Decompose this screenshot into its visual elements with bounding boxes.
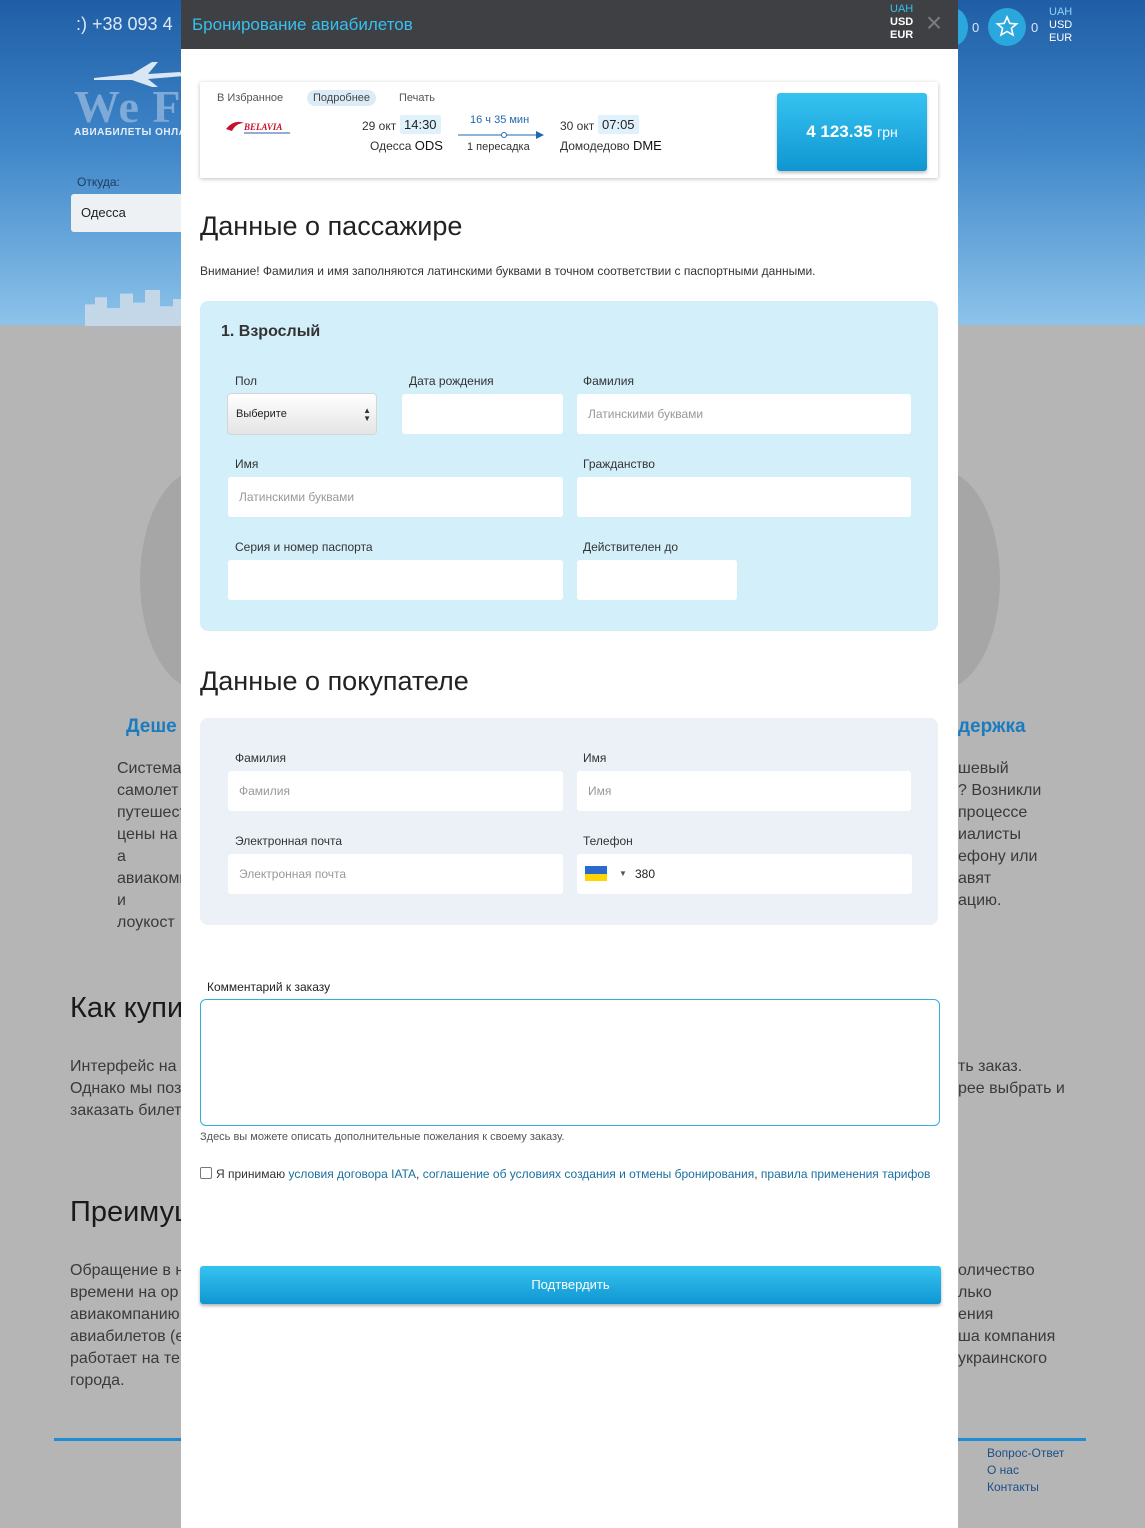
- citizenship-input[interactable]: [577, 477, 911, 517]
- comment-textarea[interactable]: [200, 999, 940, 1126]
- footer-link-faq[interactable]: Вопрос-Ответ: [987, 1445, 1064, 1462]
- passenger-panel: 1. Взрослый Пол Выберите ▲ ▼ Дата рождени…: [200, 301, 938, 631]
- bg-header-icons: 0 0 UAH USD EUR: [938, 6, 1145, 46]
- buyer-name-label: Имя: [583, 751, 607, 765]
- currency-uah[interactable]: UAH: [890, 3, 913, 16]
- booking-agreement-link[interactable]: соглашение об условиях создания и отмены…: [423, 1167, 755, 1181]
- bg-count-2: 0: [1031, 20, 1039, 35]
- buyer-section-title: Данные о покупателе: [200, 666, 469, 696]
- passport-valid-input[interactable]: [577, 560, 737, 600]
- currency-switch: UAH USD EUR: [890, 3, 913, 42]
- site-logo: We F: [74, 81, 182, 132]
- gender-select[interactable]: Выберите ▲ ▼: [228, 394, 376, 434]
- arrive-city: Домодедово DME: [560, 138, 662, 153]
- birth-date-label: Дата рождения: [409, 374, 494, 388]
- passport-input[interactable]: [228, 560, 563, 600]
- select-arrows-icon: ▲ ▼: [363, 406, 371, 423]
- flight-duration: 16 ч 35 мин: [470, 114, 530, 126]
- bg-from-label: Откуда:: [77, 175, 120, 189]
- phone-label: Телефон: [583, 834, 633, 848]
- footer-link-about[interactable]: О нас: [987, 1462, 1019, 1479]
- bg-feature-heading-right: держка: [958, 716, 1026, 737]
- close-icon[interactable]: ×: [923, 9, 945, 37]
- buyer-surname-label: Фамилия: [235, 751, 286, 765]
- footer-link-contacts[interactable]: Контакты: [987, 1479, 1039, 1496]
- bg-currency-switch: UAH USD EUR: [1049, 6, 1073, 44]
- arrive-date: 30 окт: [560, 119, 595, 133]
- passenger-section-title: Данные о пассажире: [200, 211, 463, 241]
- modal-header: Бронирование авиабилетов UAH USD EUR ×: [181, 0, 958, 49]
- price-amount: 4 123.35: [806, 122, 873, 141]
- flight-summary-card: В Избранное Подробнее Печать BELAVIA 29 …: [200, 82, 938, 178]
- depart-time: 14:30: [400, 115, 441, 134]
- phone-code: 380: [635, 867, 656, 881]
- depart-city: Одесса ODS: [370, 138, 443, 153]
- comment-hint: Здесь вы можете описать дополнительные п…: [200, 1131, 565, 1143]
- name-input[interactable]: Латинскими буквами: [228, 477, 563, 517]
- birth-date-input[interactable]: [402, 394, 563, 434]
- depart-date: 29 окт: [362, 119, 397, 133]
- bg-adv-text-right: оличество лько ения ша компания украинского: [958, 1262, 1056, 1367]
- terms-checkbox[interactable]: [200, 1167, 212, 1179]
- bg-adv-text-left: Обращение в н времени на ор авиакомпанию ав…: [70, 1262, 185, 1389]
- bg-from-input: Одесса: [71, 194, 191, 232]
- booking-modal: Бронирование авиабилетов UAH USD EUR × В…: [181, 0, 958, 1528]
- airline-logo: BELAVIA: [226, 121, 290, 134]
- surname-label: Фамилия: [583, 374, 634, 388]
- site-logo-subtitle: АВИАБИЛЕТЫ ОНЛАЙ: [74, 127, 195, 138]
- passenger-panel-title: 1. Взрослый: [221, 323, 321, 340]
- modal-title: Бронирование авиабилетов: [192, 15, 413, 34]
- terms-agreement: Я принимаю условия договора IATA, соглаш…: [200, 1166, 940, 1182]
- bg-phone-number: :) +38 093 4: [76, 14, 173, 34]
- comment-label: Комментарий к заказу: [207, 980, 331, 994]
- email-label: Электронная почта: [235, 834, 343, 848]
- add-to-favorites-link[interactable]: В Избранное: [211, 90, 289, 106]
- citizenship-label: Гражданство: [583, 457, 655, 471]
- iata-terms-link[interactable]: условия договора IATA: [288, 1167, 416, 1181]
- passenger-notice: Внимание! Фамилия и имя заполняются лати…: [200, 264, 816, 278]
- arrive-time: 07:05: [598, 115, 639, 134]
- airline-name: BELAVIA: [243, 122, 282, 132]
- details-link[interactable]: Подробнее: [307, 90, 377, 106]
- flight-stops: 1 пересадка: [467, 141, 530, 153]
- bg-count-1: 0: [972, 20, 980, 35]
- print-link[interactable]: Печать: [393, 90, 441, 106]
- bg-heading-advantages: Преимущ: [70, 1196, 198, 1228]
- star-icon: [988, 8, 1026, 46]
- currency-usd[interactable]: USD: [890, 16, 913, 29]
- route-arrow-icon: [458, 131, 544, 139]
- gender-label: Пол: [235, 374, 258, 388]
- bg-how-text-left: Интерфейс на Однако мы поз заказать билет: [70, 1058, 182, 1119]
- email-input[interactable]: Электронная почта: [228, 854, 563, 894]
- passport-valid-label: Действителен до: [583, 540, 679, 554]
- bg-how-text-right: ть заказ. рее выбрать и: [958, 1058, 1065, 1097]
- currency-eur[interactable]: EUR: [890, 29, 913, 42]
- surname-input[interactable]: Латинскими буквами: [577, 394, 911, 434]
- bg-heading-how-to-buy: Как купи: [70, 992, 184, 1024]
- buyer-surname-input[interactable]: Фамилия: [228, 771, 563, 811]
- phone-input[interactable]: ▼ 380: [577, 854, 912, 894]
- confirm-button[interactable]: Подтвердить: [200, 1266, 941, 1304]
- buyer-name-input[interactable]: Имя: [577, 771, 911, 811]
- ukraine-flag-icon[interactable]: [585, 866, 607, 881]
- bg-feature-heading-left: Деше: [126, 716, 177, 737]
- price-button[interactable]: 4 123.35 грн: [777, 93, 927, 171]
- passport-label: Серия и номер паспорта: [235, 540, 373, 554]
- price-currency: грн: [877, 124, 898, 140]
- name-label: Имя: [235, 457, 259, 471]
- buyer-panel: Фамилия Фамилия Имя Имя Электронная почт…: [200, 718, 938, 925]
- tariff-rules-link[interactable]: правила применения тарифов: [761, 1167, 931, 1181]
- bg-feature-text-left: Система самолет путешест цены на а авиакомп и…: [117, 760, 188, 931]
- chevron-down-icon[interactable]: ▼: [619, 854, 627, 894]
- bg-feature-text-right: шевый? Возникли процессе иалисты ефону или а…: [958, 760, 1042, 909]
